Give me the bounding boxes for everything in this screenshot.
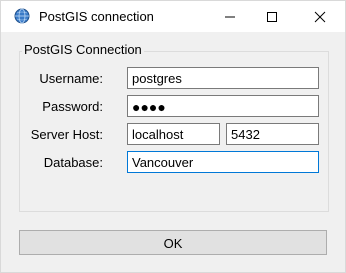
close-icon — [314, 11, 326, 23]
minimize-icon — [225, 16, 235, 18]
title-bar[interactable]: PostGIS connection — [1, 1, 345, 32]
password-field[interactable] — [127, 95, 319, 117]
server-port-field[interactable] — [226, 123, 319, 145]
database-label: Database: — [43, 155, 103, 170]
password-label: Password: — [42, 99, 103, 114]
server-host-label: Server Host: — [30, 127, 103, 142]
window-title: PostGIS connection — [39, 9, 154, 24]
maximize-button[interactable] — [249, 1, 295, 32]
ok-button[interactable]: OK — [19, 230, 327, 255]
groupbox-title: PostGIS Connection — [22, 42, 144, 57]
username-label: Username: — [39, 71, 103, 86]
globe-icon — [14, 8, 30, 24]
database-field[interactable] — [127, 151, 319, 173]
username-field[interactable] — [127, 67, 319, 89]
postgis-connection-dialog: PostGIS connection PostGIS Connection Us… — [0, 0, 346, 273]
server-host-field[interactable] — [127, 123, 220, 145]
minimize-button[interactable] — [207, 1, 253, 32]
maximize-icon — [267, 12, 277, 22]
close-button[interactable] — [297, 1, 343, 32]
